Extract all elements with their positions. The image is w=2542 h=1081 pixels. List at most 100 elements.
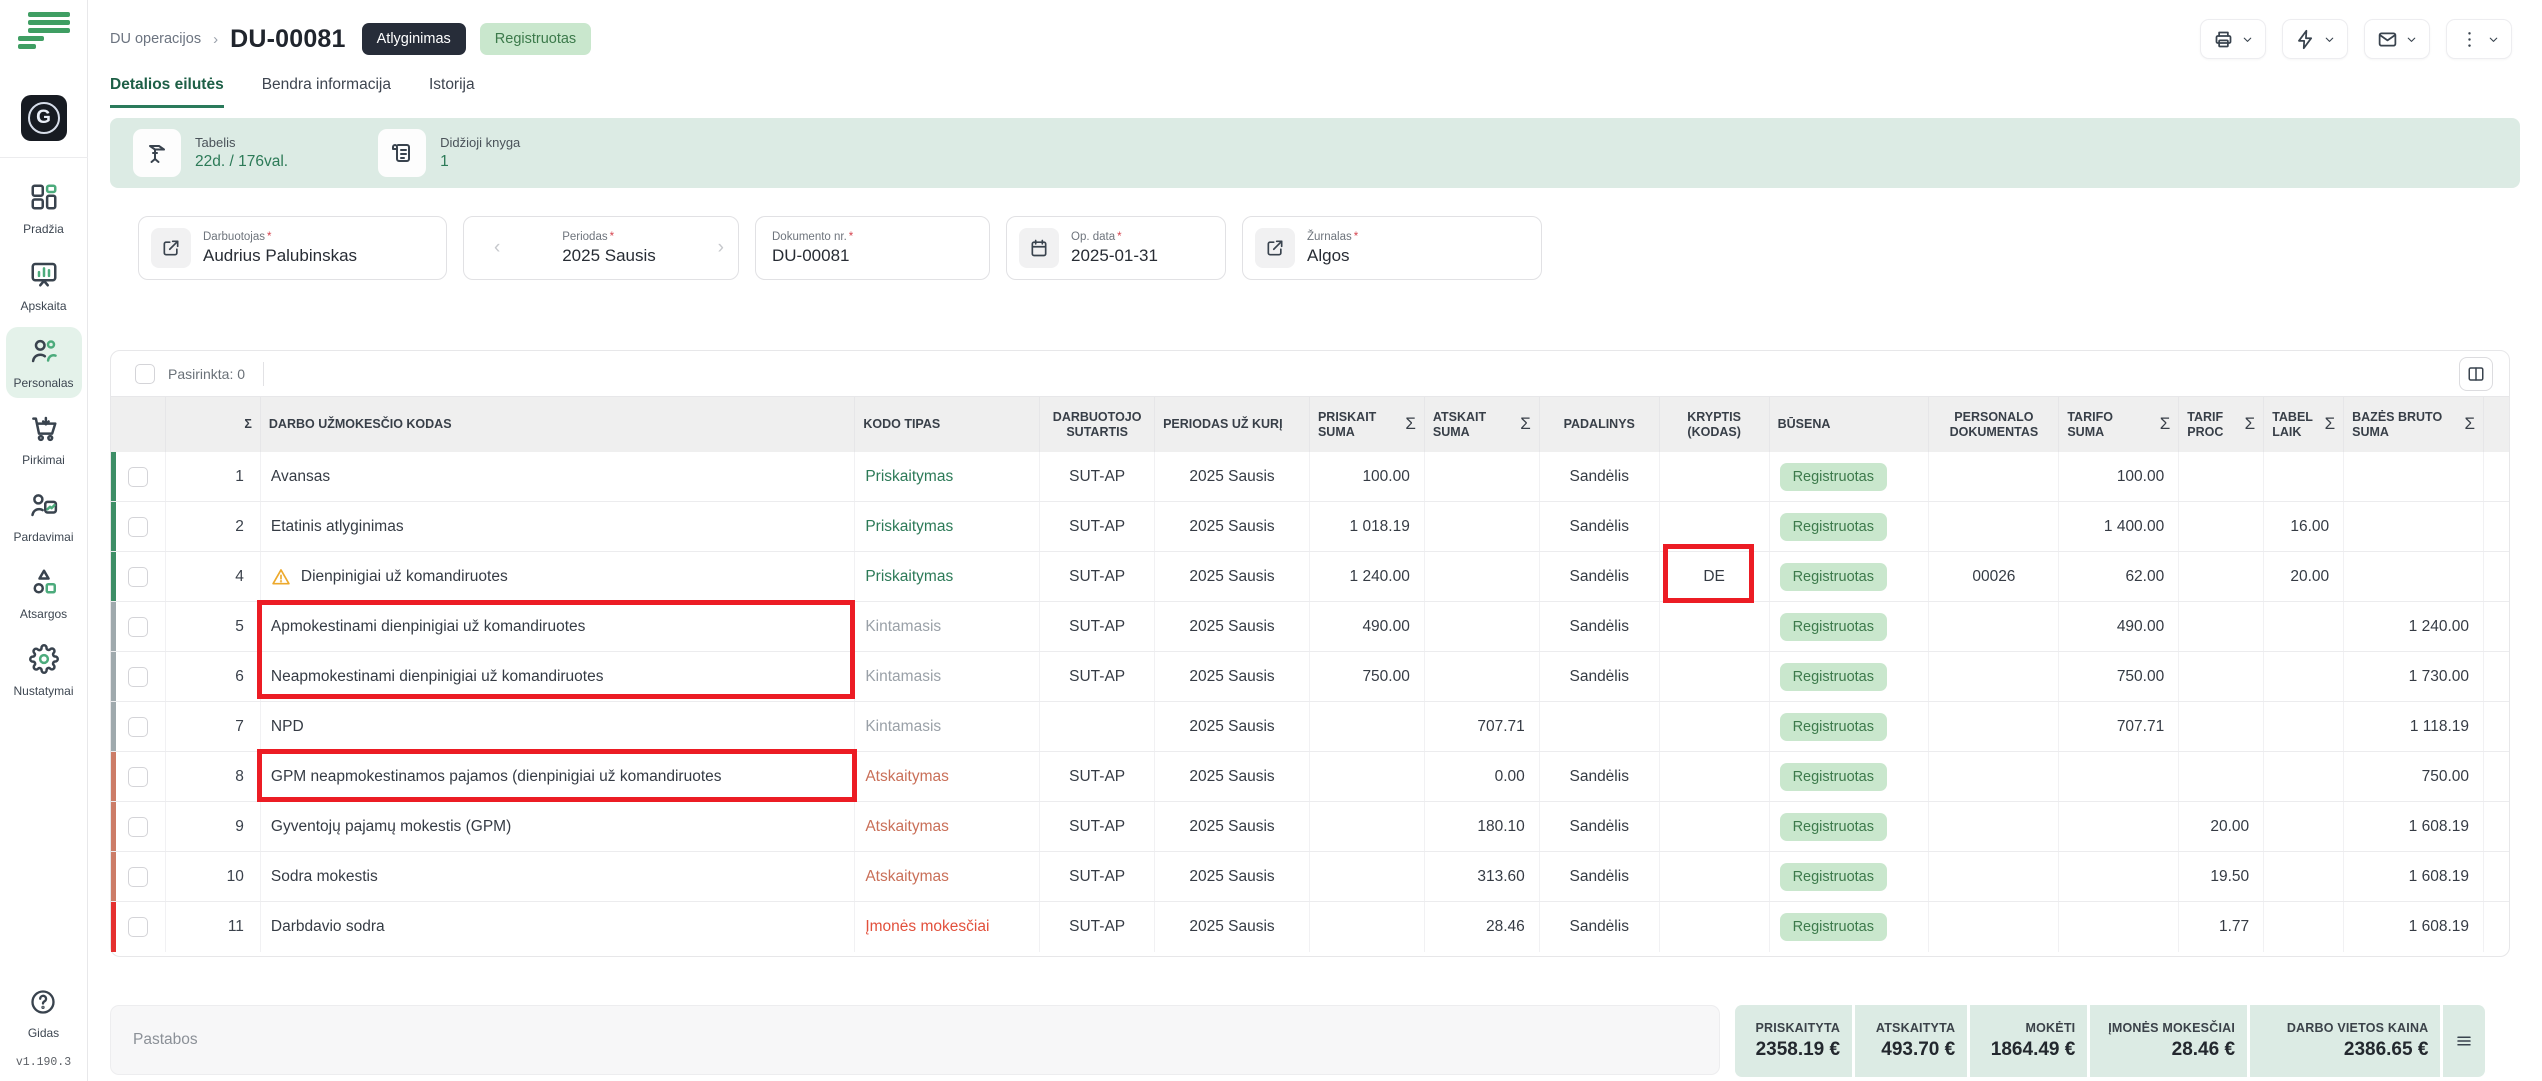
cell-department: Sandėlis xyxy=(1540,752,1660,801)
chevron-down-icon xyxy=(2405,33,2418,46)
column-header-deducted: ATSKAIT SUMAΣ xyxy=(1425,397,1540,452)
row-status-badge: Registruotas xyxy=(1780,863,1887,891)
row-checkbox[interactable] xyxy=(128,617,148,637)
more-actions-button[interactable] xyxy=(2446,19,2512,59)
cell-doc xyxy=(1929,852,2059,901)
cell-type: Atskaitymas xyxy=(855,852,1040,901)
cell-doc xyxy=(1929,802,2059,851)
row-checkbox[interactable] xyxy=(128,517,148,537)
field-darbuotojas[interactable]: Darbuotojas* Audrius Palubinskas xyxy=(138,216,447,280)
field-value: Algos xyxy=(1307,246,1358,266)
period-next-icon[interactable]: › xyxy=(704,237,738,259)
cell-deducted xyxy=(1425,552,1540,601)
tab-detail-lines[interactable]: Detalios eilutės xyxy=(110,76,224,108)
row-checkbox[interactable] xyxy=(128,867,148,887)
column-header-spacer xyxy=(2484,397,2509,452)
contract: SUT-AP xyxy=(1069,868,1125,886)
cell-num: 9 xyxy=(166,802,261,851)
period: 2025 Sausis xyxy=(1189,518,1274,536)
period: 2025 Sausis xyxy=(1189,718,1274,736)
row-checkbox[interactable] xyxy=(128,467,148,487)
cell-period: 2025 Sausis xyxy=(1155,852,1310,901)
table-row[interactable]: 9Gyventojų pajamų mokestis (GPM)Atskaity… xyxy=(111,802,2509,852)
cell-status: Registruotas xyxy=(1770,552,1930,601)
totals-menu-button[interactable] xyxy=(2443,1005,2485,1077)
table-row[interactable]: 4Dienpinigiai už komandiruotesPriskaitym… xyxy=(111,552,2509,602)
chevron-down-icon xyxy=(2323,33,2336,46)
row-checkbox[interactable] xyxy=(128,817,148,837)
table-row[interactable]: 1AvansasPriskaitymasSUT-AP2025 Sausis100… xyxy=(111,452,2509,502)
sidebar-item-pradzia[interactable]: Pradžia xyxy=(6,173,82,244)
cell-check xyxy=(111,752,166,801)
select-all-checkbox[interactable] xyxy=(135,364,155,384)
tabelis-value: 22d. / 176val. xyxy=(195,153,288,171)
sigma-icon[interactable]: Σ xyxy=(2465,414,2476,434)
table-row[interactable]: 2Etatinis atlyginimasPriskaitymasSUT-AP2… xyxy=(111,502,2509,552)
field-value: DU-00081 xyxy=(772,246,853,266)
contract: SUT-AP xyxy=(1069,518,1125,536)
field-dokumento-nr-[interactable]: Dokumento nr.* DU-00081 xyxy=(755,216,990,280)
cell-accrued: 750.00 xyxy=(1310,652,1425,701)
table-row[interactable]: 11Darbdavio sodraĮmonės mokesčiaiSUT-AP2… xyxy=(111,902,2509,952)
row-checkbox[interactable] xyxy=(128,567,148,587)
tab-general-info[interactable]: Bendra informacija xyxy=(262,76,391,108)
sidebar-item-pirkimai[interactable]: Pirkimai xyxy=(6,404,82,475)
sidebar-item-atsargos[interactable]: Atsargos xyxy=(6,558,82,629)
row-status-badge: Registruotas xyxy=(1780,463,1887,491)
period-prev-icon[interactable]: ‹ xyxy=(480,237,514,259)
tab-history[interactable]: Istorija xyxy=(429,76,475,108)
cell-contract: SUT-AP xyxy=(1040,802,1155,851)
cell-department: Sandėlis xyxy=(1540,652,1660,701)
tabelis-label: Tabelis xyxy=(195,135,288,150)
sigma-icon[interactable]: Σ xyxy=(2325,414,2336,434)
column-header-tariff_pct: TARIF PROCΣ xyxy=(2179,397,2264,452)
row-checkbox[interactable] xyxy=(128,917,148,937)
printer-icon xyxy=(2213,29,2234,50)
cell-type: Priskaitymas xyxy=(855,502,1040,551)
tabelis-tile[interactable]: Tabelis 22d. / 176val. xyxy=(133,129,288,177)
column-label: DARBUOTOJO SUTARTIS xyxy=(1048,410,1146,440)
ledger-tile[interactable]: Didžioji knyga 1 xyxy=(378,129,520,177)
field-value: Audrius Palubinskas xyxy=(203,246,357,266)
sidebar-item-personalas[interactable]: Personalas xyxy=(6,327,82,398)
field-op-data[interactable]: Op. data* 2025-01-31 xyxy=(1006,216,1226,280)
row-checkbox[interactable] xyxy=(128,767,148,787)
chevron-right-icon: › xyxy=(213,31,218,48)
cell-accrued: 1 018.19 xyxy=(1310,502,1425,551)
wage-code-name: Darbdavio sodra xyxy=(271,918,385,936)
breadcrumb-root[interactable]: DU operacijos xyxy=(110,31,201,47)
sigma-icon[interactable]: Σ xyxy=(2160,414,2171,434)
column-settings-button[interactable] xyxy=(2459,357,2493,391)
cell-contract: SUT-AP xyxy=(1040,652,1155,701)
row-status-indicator xyxy=(111,802,116,851)
sigma-icon[interactable]: Σ xyxy=(2245,414,2256,434)
notes-input[interactable] xyxy=(110,1005,1720,1075)
quick-actions-button[interactable] xyxy=(2282,19,2348,59)
cell-timesheet xyxy=(2264,702,2344,751)
send-email-button[interactable] xyxy=(2364,19,2430,59)
table-row[interactable]: 7NPDKintamasis2025 Sausis707.71Registruo… xyxy=(111,702,2509,752)
cell-department: Sandėlis xyxy=(1540,602,1660,651)
cell-contract: SUT-AP xyxy=(1040,552,1155,601)
sidebar-item-gidas[interactable]: Gidas xyxy=(28,988,59,1040)
cell-name: Sodra mokestis xyxy=(261,852,855,901)
sigma-icon[interactable]: Σ xyxy=(1520,414,1531,434)
cell-department: Sandėlis xyxy=(1540,502,1660,551)
row-checkbox[interactable] xyxy=(128,667,148,687)
cell-base_gross: 1 608.19 xyxy=(2344,852,2484,901)
sigma-icon[interactable]: Σ xyxy=(1405,414,1416,434)
sidebar-item-pardavimai[interactable]: Pardavimai xyxy=(6,481,82,552)
table-row[interactable]: 10Sodra mokestisAtskaitymas SUT-AP 2025 Sa… xyxy=(111,852,2509,902)
cell-num: 10 xyxy=(166,852,261,901)
cell-accrued xyxy=(1310,702,1425,751)
sidebar-item-nustatymai[interactable]: Nustatymai xyxy=(6,635,82,706)
field--urnalas[interactable]: Žurnalas* Algos xyxy=(1242,216,1542,280)
table-header: ΣDARBO UŽMOKESČIO KODASKODO TIPASDARBUOT… xyxy=(111,396,2509,452)
sidebar-item-apskaita[interactable]: Apskaita xyxy=(6,250,82,321)
cell-direction xyxy=(1660,802,1770,851)
menu-lines-icon[interactable] xyxy=(16,10,72,57)
cell-num: 8 xyxy=(166,752,261,801)
print-button[interactable] xyxy=(2200,19,2266,59)
field-periodas[interactable]: ‹ Periodas* 2025 Sausis › xyxy=(463,216,739,280)
row-checkbox[interactable] xyxy=(128,717,148,737)
